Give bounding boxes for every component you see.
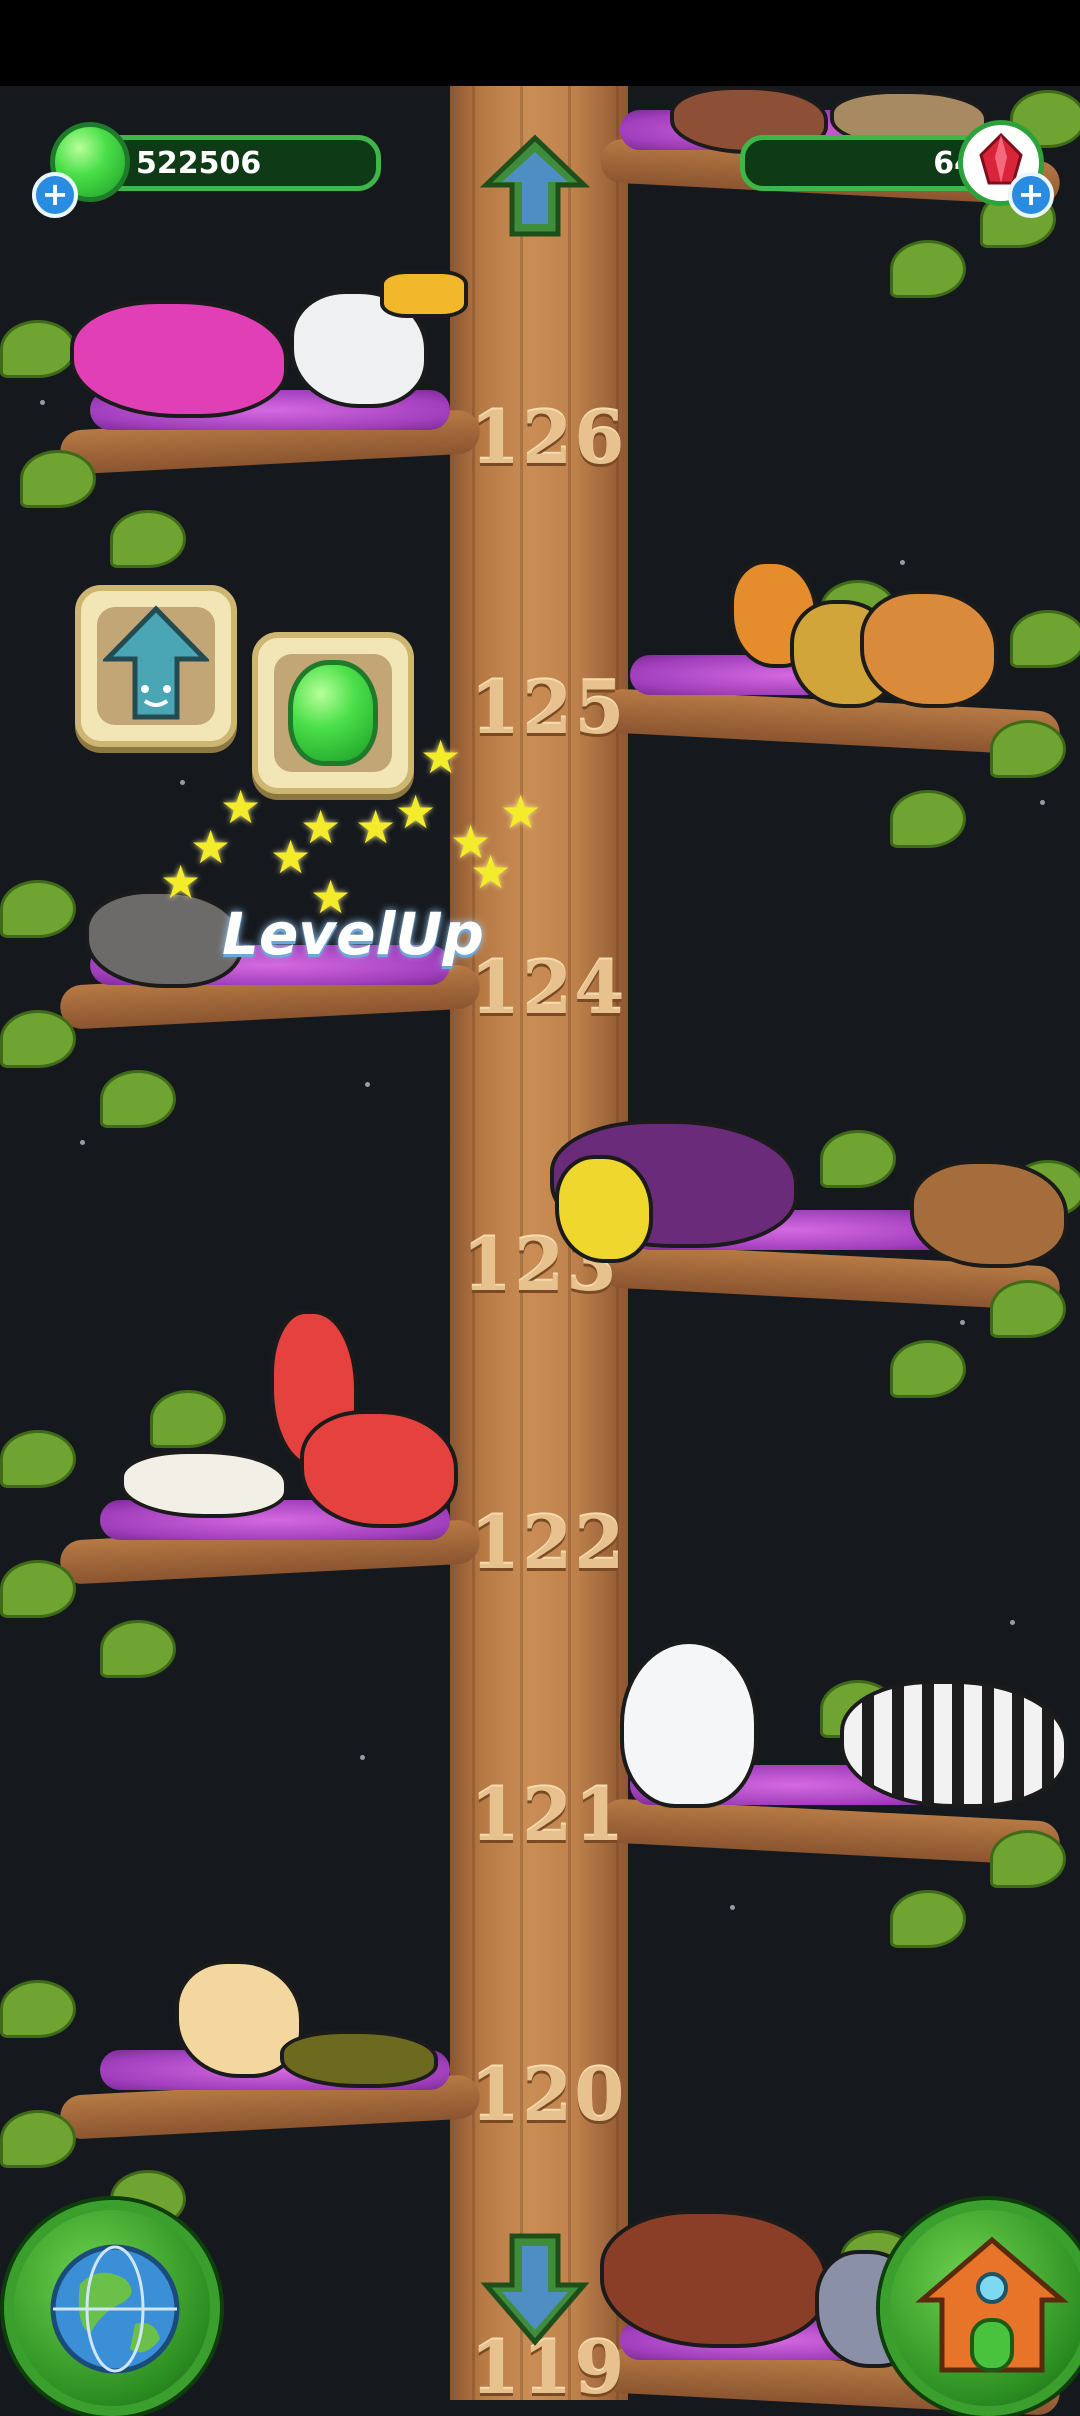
- swan-creature[interactable]: [620, 1640, 758, 1808]
- zebra-creature[interactable]: [840, 1680, 1068, 1808]
- dragon-creature[interactable]: [70, 300, 288, 418]
- caterpillar-head: [555, 1155, 653, 1263]
- level-number-121: 121: [470, 1772, 627, 1857]
- level-number-125: 125: [470, 665, 627, 750]
- cow-creature[interactable]: [600, 2210, 828, 2348]
- hamster-creature[interactable]: [860, 590, 998, 708]
- jelly-reward-card[interactable]: [252, 632, 414, 794]
- upgrade-card[interactable]: [75, 585, 237, 747]
- lobster-creature[interactable]: [300, 1410, 458, 1528]
- levelup-text: LevelUp: [222, 900, 484, 968]
- pelican-beak: [380, 270, 468, 318]
- mole-creature[interactable]: [910, 1160, 1068, 1268]
- world-map-button[interactable]: [4, 2200, 220, 2416]
- globe-icon: [50, 2244, 180, 2374]
- up-arrow-icon: [479, 134, 591, 237]
- add-crystal-button[interactable]: +: [1008, 172, 1054, 218]
- add-jelly-button[interactable]: +: [32, 172, 78, 218]
- level-number-120: 120: [470, 2052, 627, 2137]
- upgrade-arrow-icon: [103, 605, 209, 720]
- level-number-122: 122: [470, 1500, 627, 1585]
- level-number-126: 126: [470, 395, 627, 480]
- scroll-down-button[interactable]: [480, 2230, 590, 2346]
- scroll-up-button[interactable]: [479, 130, 591, 240]
- green-jelly-reward-icon: [288, 660, 378, 766]
- home-button[interactable]: [880, 2200, 1080, 2416]
- snake-creature[interactable]: [280, 2030, 438, 2088]
- jelly-count-bar: 522506: [95, 135, 381, 191]
- house-icon: [915, 2236, 1069, 2373]
- down-arrow-icon: [480, 2233, 590, 2346]
- jelly-count-text: 522506: [136, 145, 262, 181]
- fish-creature[interactable]: [120, 1450, 288, 1518]
- level-number-124: 124: [470, 945, 627, 1030]
